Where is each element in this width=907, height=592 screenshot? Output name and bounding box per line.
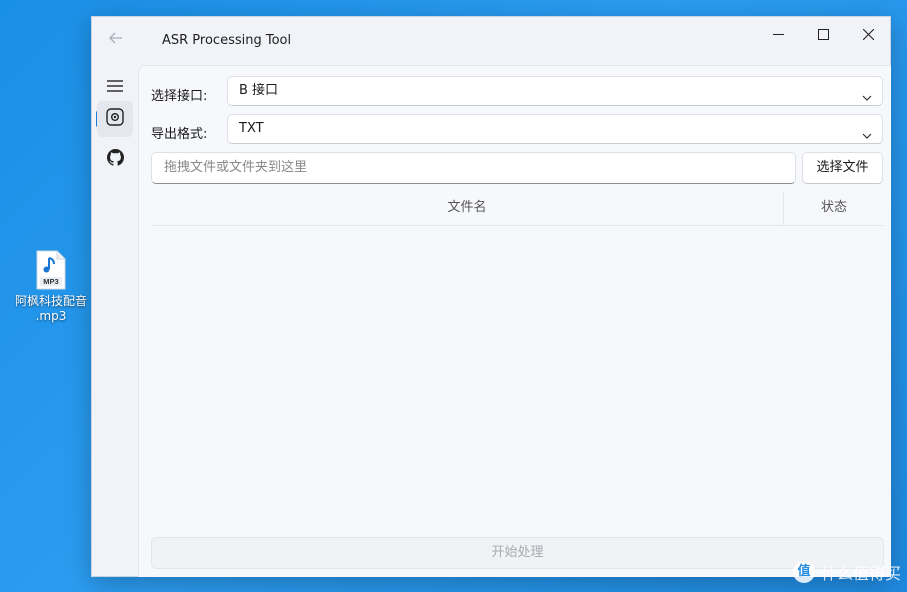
github-icon xyxy=(106,148,124,170)
record-icon xyxy=(106,108,124,130)
chevron-down-icon xyxy=(862,124,872,139)
drop-placeholder: 拖拽文件或文件夹到这里 xyxy=(164,160,308,175)
table-header: 文件名 状态 xyxy=(151,191,884,226)
app-window: ASR Processing Tool 选择接口: B 接口 导出格式: TXT… xyxy=(91,16,891,577)
minimize-icon xyxy=(772,25,784,44)
watermark-text: 什么值得买 xyxy=(820,564,901,583)
column-header-filename[interactable]: 文件名 xyxy=(151,191,784,225)
interface-select-value: B 接口 xyxy=(239,83,279,98)
watermark: 值 什么值得买 xyxy=(792,560,901,584)
interface-label: 选择接口: xyxy=(151,89,208,104)
nav-menu-button[interactable] xyxy=(97,69,133,105)
main-content: 选择接口: B 接口 导出格式: TXT 拖拽文件或文件夹到这里 选择文件 文件… xyxy=(138,65,891,577)
mp3-badge-text: MP3 xyxy=(43,277,58,286)
file-label-name: 阿枫科技配音 xyxy=(14,294,87,308)
desktop-file-icon[interactable]: MP3 阿枫科技配音 .mp3 xyxy=(12,250,90,324)
nav-item-asr[interactable] xyxy=(97,101,133,137)
interface-select[interactable]: B 接口 xyxy=(227,76,883,106)
mp3-file-icon: MP3 xyxy=(36,250,66,290)
format-select[interactable]: TXT xyxy=(227,114,883,144)
nav-item-github[interactable] xyxy=(97,141,133,177)
drop-path-input[interactable]: 拖拽文件或文件夹到这里 xyxy=(151,152,796,184)
close-button[interactable] xyxy=(846,17,890,51)
file-label-ext: .mp3 xyxy=(35,309,67,323)
maximize-button[interactable] xyxy=(801,17,845,51)
nav-rail xyxy=(92,65,138,577)
menu-icon xyxy=(107,78,123,97)
choose-file-button[interactable]: 选择文件 xyxy=(802,152,883,184)
format-select-value: TXT xyxy=(239,121,264,136)
window-title: ASR Processing Tool xyxy=(162,33,292,48)
close-icon xyxy=(862,25,874,44)
desktop-file-label: 阿枫科技配音 .mp3 xyxy=(12,294,90,324)
format-label: 导出格式: xyxy=(151,127,208,142)
minimize-button[interactable] xyxy=(756,17,800,51)
start-processing-button[interactable]: 开始处理 xyxy=(151,537,884,569)
chevron-down-icon xyxy=(862,86,872,101)
watermark-badge: 值 xyxy=(792,561,815,583)
column-header-status[interactable]: 状态 xyxy=(784,191,884,225)
title-bar[interactable]: ASR Processing Tool xyxy=(92,17,890,65)
maximize-icon xyxy=(817,25,829,44)
arrow-left-icon xyxy=(108,30,124,51)
back-button[interactable] xyxy=(104,29,128,53)
file-table: 文件名 状态 xyxy=(151,191,884,531)
